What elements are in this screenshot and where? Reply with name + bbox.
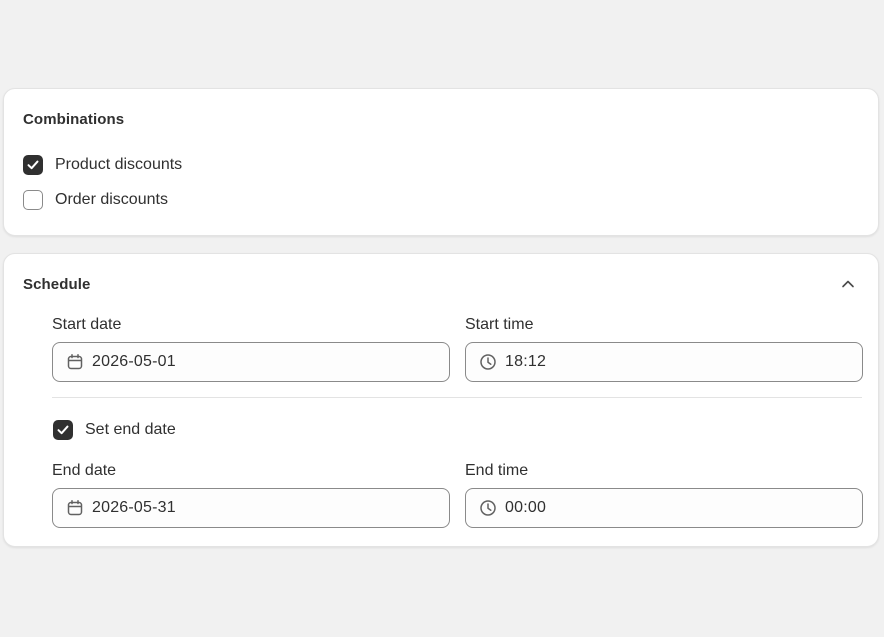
product-discounts-checkbox[interactable] — [23, 155, 43, 175]
end-date-label: End date — [52, 462, 117, 479]
start-time-input[interactable]: 18:12 — [465, 342, 863, 382]
product-discounts-label: Product discounts — [55, 156, 183, 173]
order-discounts-label: Order discounts — [55, 191, 168, 208]
checkmark-icon — [57, 425, 69, 435]
schedule-divider — [52, 397, 862, 398]
end-date-value: 2026-05-31 — [92, 499, 176, 516]
set-end-date-option[interactable]: Set end date — [53, 420, 176, 440]
clock-icon — [479, 499, 497, 517]
end-time-label: End time — [465, 462, 529, 479]
set-end-date-checkbox[interactable] — [53, 420, 73, 440]
combinations-title: Combinations — [23, 111, 125, 128]
product-discounts-option[interactable]: Product discounts — [23, 155, 182, 175]
end-time-value: 00:00 — [505, 499, 547, 516]
schedule-title: Schedule — [23, 276, 91, 293]
end-time-input[interactable]: 00:00 — [465, 488, 863, 528]
end-date-input[interactable]: 2026-05-31 — [52, 488, 450, 528]
chevron-up-icon[interactable] — [840, 276, 856, 292]
start-time-value: 18:12 — [505, 353, 547, 370]
start-time-label: Start time — [465, 316, 534, 333]
calendar-icon — [66, 499, 84, 517]
schedule-card: Schedule Start date 2026-05-01 Start tim… — [3, 253, 879, 547]
calendar-icon — [66, 353, 84, 371]
start-date-input[interactable]: 2026-05-01 — [52, 342, 450, 382]
checkmark-icon — [27, 160, 39, 170]
combinations-card: Combinations Product discounts Order dis… — [3, 88, 879, 236]
order-discounts-option[interactable]: Order discounts — [23, 190, 168, 210]
start-date-value: 2026-05-01 — [92, 353, 176, 370]
start-date-label: Start date — [52, 316, 122, 333]
clock-icon — [479, 353, 497, 371]
set-end-date-label: Set end date — [85, 421, 176, 438]
order-discounts-checkbox[interactable] — [23, 190, 43, 210]
